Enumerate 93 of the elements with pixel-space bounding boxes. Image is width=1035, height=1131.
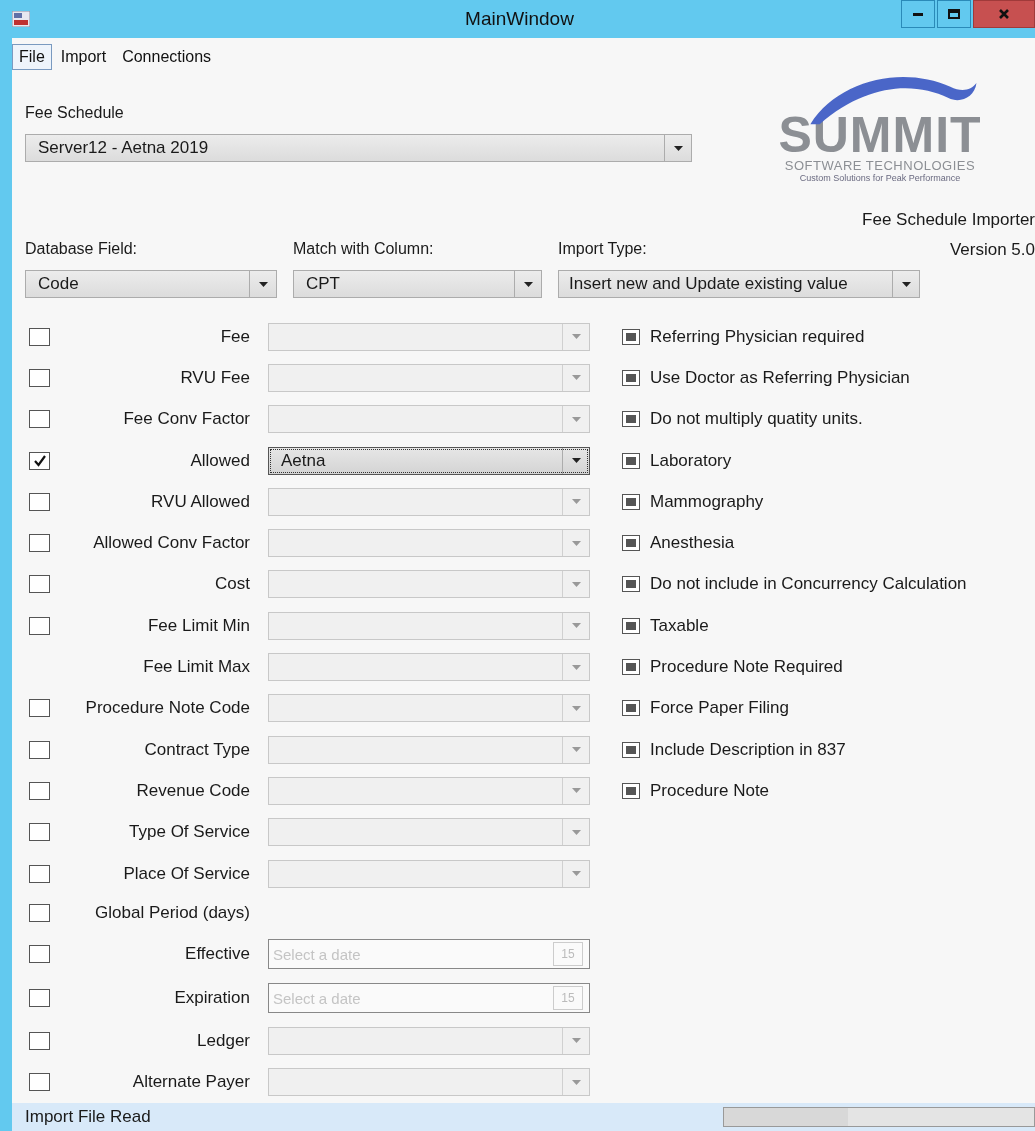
caret-icon — [571, 540, 581, 546]
field-label: Allowed — [189, 450, 250, 471]
checkbox[interactable] — [622, 617, 640, 634]
field-label: Effective — [184, 944, 250, 965]
caret-icon — [258, 281, 268, 287]
checkbox[interactable] — [29, 451, 50, 470]
option-label: Do not multiply quatity units. — [650, 409, 863, 430]
close-button[interactable] — [973, 0, 1035, 28]
maximize-button[interactable] — [937, 0, 971, 28]
option-label: Include Description in 837 — [650, 739, 846, 760]
field-label: Alternate Payer — [131, 1072, 250, 1093]
field-label: Contract Type — [143, 739, 250, 760]
mapping-dropdown[interactable]: CPT — [293, 270, 542, 298]
caret-icon — [571, 664, 581, 670]
caret-icon — [571, 334, 581, 340]
caret-icon — [673, 145, 683, 151]
field-label: Fee Limit Max — [142, 657, 250, 677]
caret-icon — [571, 829, 581, 835]
option-label: Procedure Note — [650, 780, 770, 801]
field-label: Type Of Service — [128, 822, 250, 843]
checkbox[interactable] — [29, 904, 50, 923]
minimize-icon — [913, 12, 923, 16]
mapping-label: Database Field: — [25, 240, 139, 258]
caret-icon — [571, 458, 581, 464]
logo-tagline: Custom Solutions for Peak Performance — [799, 173, 961, 183]
checkbox[interactable] — [622, 328, 640, 345]
caret-icon — [523, 281, 533, 287]
mapping-dropdown[interactable]: Insert new and Update existing value — [558, 270, 920, 298]
field-label: RVU Allowed — [150, 491, 250, 512]
fee-schedule-label: Fee Schedule — [25, 104, 125, 122]
field-label: Place Of Service — [122, 863, 250, 884]
caret-icon — [571, 581, 581, 587]
field-label: Procedure Note Code — [84, 698, 250, 719]
field-label: Fee Limit Min — [146, 615, 250, 636]
checkbox[interactable] — [622, 659, 640, 675]
option-label: Use Doctor as Referring Physician — [650, 367, 910, 388]
option-label: Do not include in Concurrency Calculation — [650, 574, 967, 595]
field-label: Allowed Conv Factor — [92, 533, 250, 554]
field-label: Fee — [219, 326, 250, 347]
mapping-dropdown[interactable]: Code — [25, 270, 277, 298]
mapping-label: Import Type: — [558, 240, 648, 258]
menu-item[interactable]: Import — [53, 44, 114, 70]
maximize-icon — [948, 9, 960, 19]
checkbox[interactable] — [622, 741, 640, 758]
version-label: Version 5.0 — [949, 240, 1035, 260]
mapping-label: Match with Column: — [293, 240, 435, 258]
field-label: Expiration — [173, 988, 250, 1009]
status-text: Import File Read — [25, 1107, 151, 1127]
caret-icon — [571, 747, 581, 753]
minimize-button[interactable] — [901, 0, 935, 28]
app-name: Fee Schedule Importer — [862, 210, 1035, 231]
caret-icon — [571, 1079, 581, 1085]
checkbox[interactable] — [622, 700, 640, 717]
caret-icon — [571, 871, 581, 876]
field-label: Global Period (days) — [94, 903, 250, 924]
option-label: Referring Physician required — [650, 326, 865, 347]
option-label: Procedure Note Required — [650, 657, 843, 677]
fee-schedule-dropdown[interactable]: Server12 - Aetna 2019 — [25, 134, 692, 162]
checkbox[interactable] — [622, 535, 640, 552]
checkbox[interactable] — [622, 493, 640, 510]
caret-icon — [571, 416, 581, 422]
field-label: Revenue Code — [135, 780, 250, 801]
close-icon — [999, 9, 1009, 19]
option-label: Taxable — [650, 615, 709, 636]
logo-title: SUMMIT — [778, 112, 982, 158]
checkbox[interactable] — [622, 369, 640, 386]
option-label: Mammography — [650, 491, 764, 512]
option-label: Laboratory — [650, 450, 732, 471]
logo-subtitle: SOFTWARE TECHNOLOGIES — [784, 158, 976, 173]
option-label: Force Paper Filing — [650, 698, 789, 719]
window-title: MainWindow — [464, 8, 575, 30]
checkbox[interactable] — [622, 452, 640, 469]
checkbox[interactable] — [29, 989, 50, 1008]
caret-icon — [571, 499, 581, 505]
checkbox[interactable] — [622, 782, 640, 799]
field-dropdown[interactable]: Aetna — [268, 446, 590, 475]
menu-item[interactable]: Connections — [115, 44, 219, 70]
checkbox[interactable] — [622, 576, 640, 593]
field-label: RVU Fee — [179, 367, 250, 388]
option-label: Anesthesia — [650, 533, 735, 554]
caret-icon — [571, 705, 581, 711]
checkbox[interactable] — [622, 411, 640, 428]
caret-icon — [571, 375, 581, 381]
field-label: Cost — [214, 574, 250, 595]
checkbox[interactable] — [29, 945, 50, 964]
caret-icon — [571, 788, 581, 794]
caret-icon — [901, 281, 911, 287]
field-label: Fee Conv Factor — [122, 409, 250, 430]
caret-icon — [571, 623, 581, 629]
app-icon — [12, 11, 30, 27]
caret-icon — [571, 1038, 581, 1044]
field-label: Ledger — [196, 1030, 250, 1051]
menu-item[interactable]: File — [12, 44, 52, 70]
